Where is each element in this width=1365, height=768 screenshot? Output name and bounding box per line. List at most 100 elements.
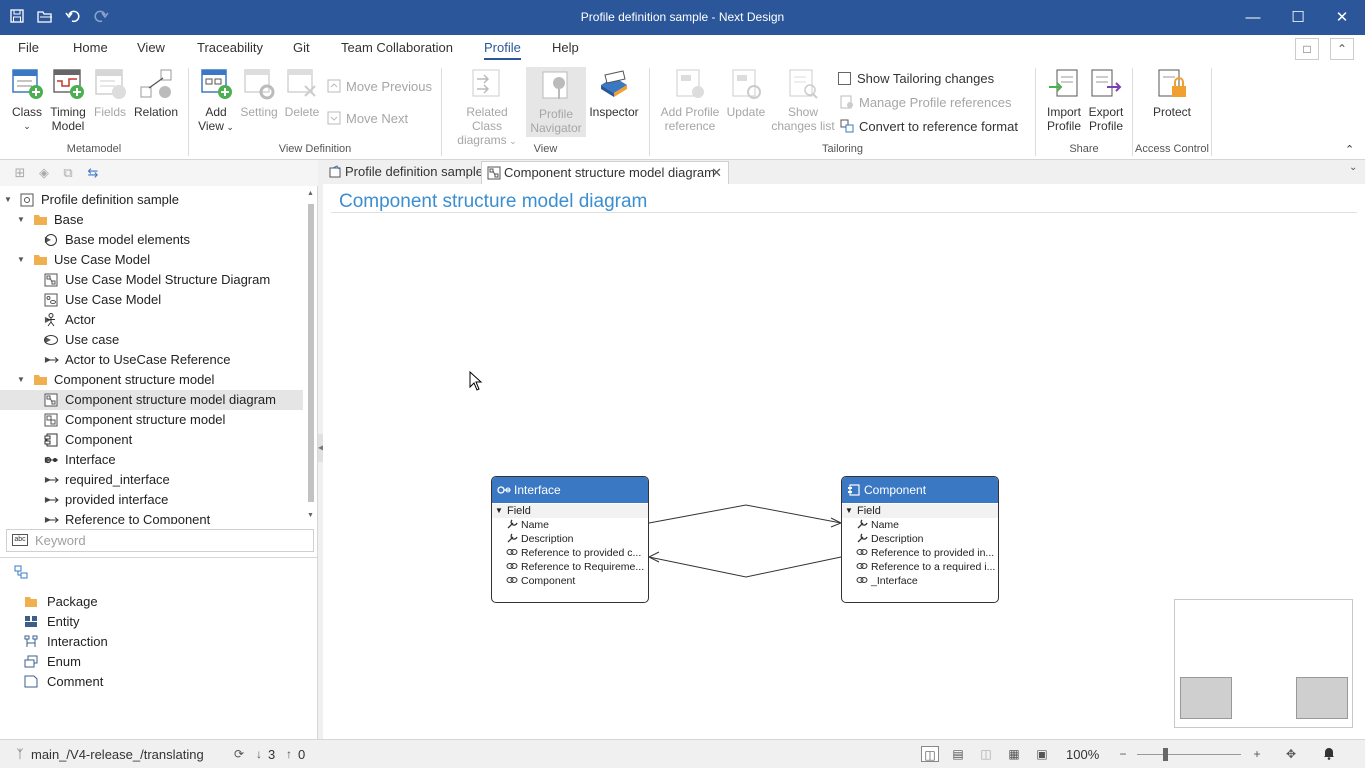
tree-item[interactable]: ▶ Interface [0, 450, 303, 470]
add-profile-reference-button[interactable]: Add Profile reference [657, 67, 723, 133]
tag-icon[interactable]: ◈ [36, 165, 52, 181]
delete-button[interactable]: Delete [282, 67, 322, 119]
tree-item[interactable]: ▼ Use Case Model [0, 250, 303, 270]
maximize-icon[interactable]: ☐ [1275, 0, 1321, 35]
inspector-button[interactable]: Inspector [588, 67, 640, 119]
zoom-out-icon[interactable]: − [1114, 746, 1132, 762]
add-view-button[interactable]: Add View ⌄ [196, 67, 236, 134]
diagram-editor[interactable]: Component structure model diagram Interf… [323, 184, 1365, 739]
menu-profile[interactable]: Profile [484, 40, 521, 60]
tree-item[interactable]: ▶Use Case Model [0, 290, 303, 310]
scrollbar-thumb[interactable] [308, 204, 314, 502]
fields-button[interactable]: Fields [91, 67, 129, 119]
layout-sidebar-icon[interactable]: ◫ [921, 746, 939, 762]
field-row[interactable]: Reference to provided c... [506, 546, 648, 560]
layout-tile-icon[interactable]: ▦ [1005, 746, 1023, 762]
menu-file[interactable]: File [18, 40, 39, 55]
tree-item[interactable]: ▶ Actor [0, 310, 303, 330]
collapse-arrow-icon[interactable]: ▼ [845, 504, 853, 518]
sync-refresh-icon[interactable]: ⟳ [230, 746, 248, 762]
profile-navigator-button[interactable]: Profile Navigator [526, 67, 586, 137]
manage-profile-references-button[interactable]: Manage Profile references [840, 95, 1011, 110]
tree-item[interactable]: Use Case Model Structure Diagram [0, 270, 303, 290]
tree-item[interactable]: ▶ Base model elements [0, 230, 303, 250]
zoom-level[interactable]: 100% [1066, 747, 1099, 762]
palette-item-entity[interactable]: Entity [24, 612, 80, 632]
palette-structure-icon[interactable] [14, 565, 28, 579]
field-row[interactable]: Component [506, 574, 648, 588]
notification-bell-icon[interactable] [1320, 746, 1338, 762]
palette-item-package[interactable]: Package [24, 592, 98, 612]
relation-button[interactable]: Relation [134, 67, 178, 119]
tab-component-structure-model-diagram[interactable]: Component structure model diagram ✕ [481, 161, 729, 184]
menu-git[interactable]: Git [293, 40, 310, 55]
tree-item[interactable]: ▶ Use case [0, 330, 303, 350]
field-row[interactable]: Description [506, 532, 648, 546]
copy-icon[interactable]: ⧉ [60, 165, 76, 181]
minimap[interactable] [1174, 599, 1353, 728]
field-row[interactable]: Reference to provided in... [856, 546, 998, 560]
zoom-slider-track[interactable] [1137, 754, 1241, 755]
node-component[interactable]: Component ▼ Field Name Description Refere… [841, 476, 999, 603]
field-group-header[interactable]: ▼ Field [492, 504, 648, 518]
tree-item[interactable]: ▶provided interface [0, 490, 303, 510]
branch-name[interactable]: main_/V4-release_/translating [31, 747, 204, 762]
tree-scrollbar[interactable]: ▲ ▼ [306, 190, 316, 524]
field-group-header[interactable]: ▼ Field [842, 504, 998, 518]
tree-item[interactable]: ▼ Base [0, 210, 303, 230]
expand-arrow-icon[interactable]: ▼ [16, 250, 26, 270]
expand-arrow-icon[interactable]: ▼ [16, 210, 26, 230]
setting-button[interactable]: Setting [238, 67, 280, 119]
scroll-up-icon[interactable]: ▲ [307, 190, 314, 197]
zoom-slider-thumb[interactable] [1163, 748, 1168, 761]
tree-item[interactable]: ▼ Component structure model [0, 370, 303, 390]
tab-profile-definition-sample[interactable]: Profile definition sample [323, 161, 483, 184]
tree-item[interactable]: ▶Component structure model [0, 410, 303, 430]
connector-component-to-interface[interactable] [648, 556, 842, 578]
tree-item[interactable]: ▶Actor to UseCase Reference [0, 350, 303, 370]
close-window-icon[interactable]: ✕ [1319, 0, 1365, 35]
move-next-button[interactable]: Move Next [327, 111, 408, 126]
field-row[interactable]: Reference to a required i... [856, 560, 998, 574]
tab-list-dropdown-icon[interactable]: ⌄ [1349, 162, 1357, 173]
update-button[interactable]: Update [724, 67, 768, 119]
menu-view[interactable]: View [137, 40, 165, 55]
menu-home[interactable]: Home [73, 40, 108, 55]
sync-icon[interactable]: ⇆ [85, 165, 101, 181]
layout-split-horizontal-icon[interactable]: ▤ [949, 746, 967, 762]
move-arrows-icon[interactable]: ✥ [1282, 746, 1300, 762]
zoom-in-icon[interactable]: + [1248, 746, 1266, 762]
class-button[interactable]: Class ⌄ [7, 67, 47, 133]
field-row[interactable]: _Interface [856, 574, 998, 588]
move-previous-button[interactable]: Move Previous [327, 79, 432, 94]
field-row[interactable]: Name [856, 518, 998, 532]
collapse-ribbon-icon[interactable]: ⌃ [1330, 38, 1354, 60]
menu-traceability[interactable]: Traceability [197, 40, 263, 55]
palette-item-interaction[interactable]: Interaction [24, 632, 108, 652]
related-class-diagrams-button[interactable]: Related Class diagrams ⌄ [451, 67, 523, 148]
field-row[interactable]: Name [506, 518, 648, 532]
node-interface[interactable]: Interface ▼ Field Name Description Refere… [491, 476, 649, 603]
menu-team-collaboration[interactable]: Team Collaboration [341, 40, 453, 55]
show-tailoring-changes-checkbox[interactable]: Show Tailoring changes [838, 71, 994, 86]
import-profile-button[interactable]: Import Profile [1043, 67, 1085, 133]
close-tab-icon[interactable]: ✕ [711, 162, 722, 183]
protect-button[interactable]: Protect [1148, 67, 1196, 119]
structure-icon[interactable]: ⊞ [12, 165, 28, 181]
fit-view-icon[interactable]: ▣ [1033, 746, 1051, 762]
comment-icon[interactable]: □ [1295, 38, 1319, 60]
tree-item[interactable]: Component structure model diagram [0, 390, 303, 410]
scroll-down-icon[interactable]: ▼ [307, 512, 314, 519]
collapse-arrow-icon[interactable]: ▼ [495, 504, 503, 518]
minimize-icon[interactable]: — [1230, 0, 1276, 35]
layout-split-vertical-icon[interactable]: ◫ [977, 746, 995, 762]
connector-interface-to-component[interactable] [648, 504, 842, 524]
tree-item[interactable]: ▼ Profile definition sample [0, 190, 303, 210]
tree-item[interactable]: ▶Component [0, 430, 303, 450]
show-changes-list-button[interactable]: Show changes list [770, 67, 836, 133]
expand-arrow-icon[interactable]: ▼ [3, 190, 13, 210]
tree-item[interactable]: ▶required_interface [0, 470, 303, 490]
keyword-input[interactable] [35, 532, 305, 549]
palette-item-enum[interactable]: Enum [24, 652, 81, 672]
export-profile-button[interactable]: Export Profile [1085, 67, 1127, 133]
